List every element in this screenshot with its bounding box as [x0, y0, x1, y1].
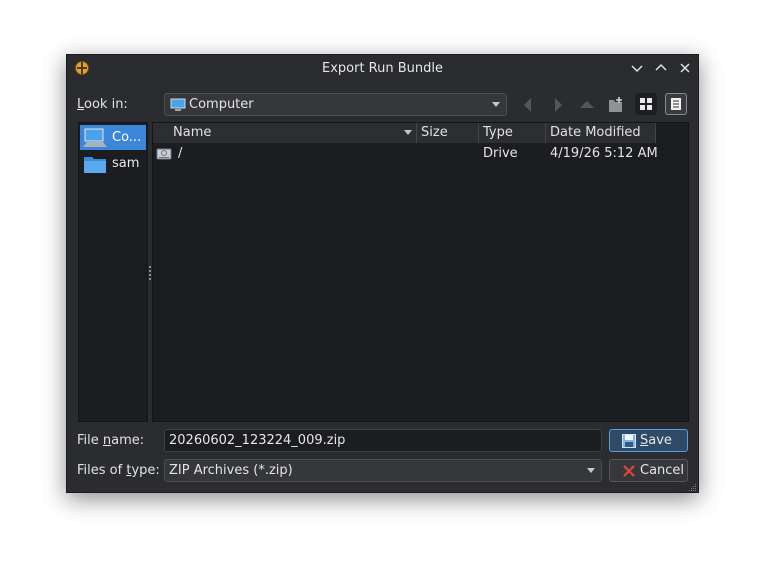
maximize-button[interactable]	[653, 60, 669, 76]
look-in-combo[interactable]: Computer	[164, 93, 507, 116]
computer-icon	[83, 127, 107, 149]
file-type-combo[interactable]: ZIP Archives (*.zip)	[164, 459, 602, 482]
export-dialog: Export Run Bundle Look in: Computer Co..…	[66, 54, 699, 493]
file-type-cell: Drive	[483, 146, 518, 161]
places-sidebar: Co... sam	[78, 122, 148, 422]
column-header-type[interactable]: Type	[479, 123, 546, 143]
folder-icon	[83, 153, 107, 175]
save-icon	[622, 434, 636, 448]
file-type-value: ZIP Archives (*.zip)	[169, 463, 293, 478]
file-name-cell: /	[178, 146, 183, 161]
new-folder-button[interactable]	[605, 94, 627, 116]
table-row[interactable]: / Drive 4/19/26 5:12 AM	[153, 144, 688, 164]
resize-grip[interactable]	[687, 481, 697, 491]
sidebar-splitter[interactable]	[149, 266, 151, 282]
back-button[interactable]	[517, 94, 539, 116]
chevron-down-icon	[587, 468, 595, 473]
file-date-cell: 4/19/26 5:12 AM	[550, 146, 658, 161]
drive-icon	[156, 146, 172, 162]
file-list[interactable]: Name Size Type Date Modified / Drive 4/1…	[152, 122, 689, 422]
save-label: Save	[640, 433, 672, 448]
file-type-label: Files of type:	[77, 463, 160, 478]
close-button[interactable]	[677, 60, 693, 76]
sort-indicator-icon	[404, 130, 412, 135]
column-header-date-modified[interactable]: Date Modified	[546, 123, 656, 143]
column-header-name[interactable]: Name	[153, 123, 417, 143]
forward-button[interactable]	[547, 94, 569, 116]
list-view-button[interactable]	[635, 93, 657, 115]
file-name-label: File name:	[77, 433, 145, 448]
sidebar-item-computer[interactable]: Co...	[80, 125, 146, 150]
file-name-field[interactable]	[165, 430, 601, 451]
file-list-header: Name Size Type Date Modified	[153, 123, 656, 143]
sidebar-item-label: Co...	[112, 130, 142, 145]
look-in-label: Look in:	[77, 97, 128, 112]
computer-icon	[170, 97, 186, 113]
file-name-input[interactable]	[164, 429, 602, 452]
parent-directory-button[interactable]	[576, 94, 598, 116]
cancel-label: Cancel	[640, 463, 685, 478]
title-bar[interactable]: Export Run Bundle	[67, 55, 698, 82]
chevron-down-icon	[492, 102, 500, 107]
column-header-size[interactable]: Size	[417, 123, 479, 143]
cancel-icon	[622, 464, 636, 478]
sidebar-item-sam[interactable]: sam	[80, 151, 146, 176]
cancel-button[interactable]: Cancel	[609, 459, 688, 482]
sidebar-item-label: sam	[112, 156, 140, 171]
window-title: Export Run Bundle	[321, 61, 443, 76]
look-in-value: Computer	[189, 97, 254, 112]
detail-view-button[interactable]	[665, 93, 687, 115]
save-button[interactable]: Save	[609, 429, 688, 452]
minimize-button[interactable]	[629, 60, 645, 76]
